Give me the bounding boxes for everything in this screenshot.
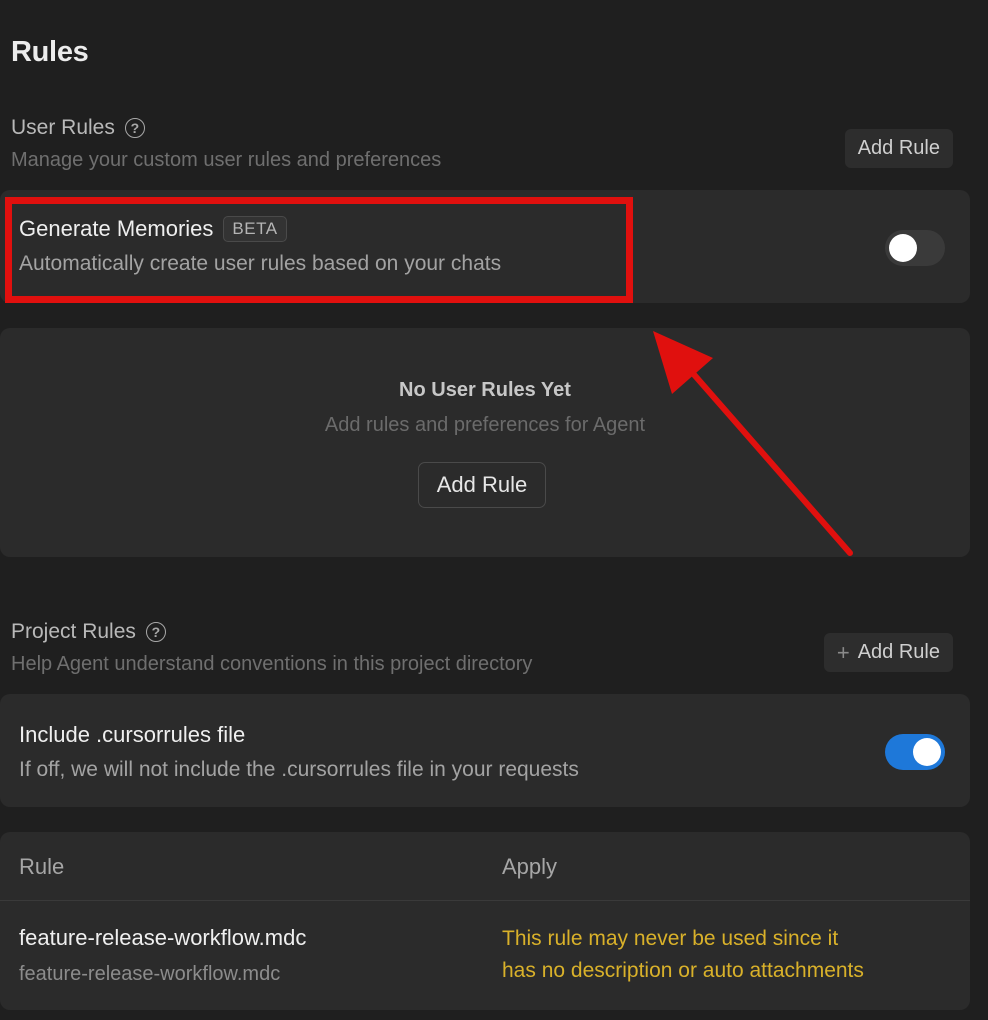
annotation-arrow-icon	[653, 331, 853, 556]
